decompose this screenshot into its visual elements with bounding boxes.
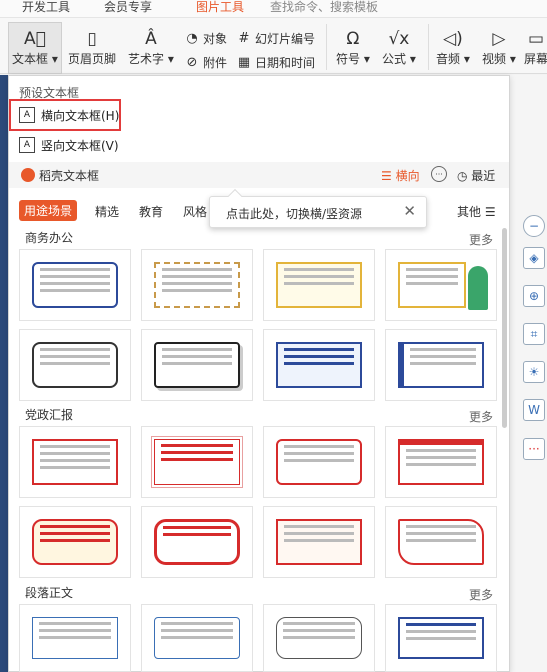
template-thumb[interactable] <box>385 506 497 578</box>
crop-icon[interactable]: ⌗ <box>523 323 545 345</box>
wordart-button[interactable]: Â 艺术字 ▾ <box>128 26 174 66</box>
template-thumb[interactable] <box>141 604 253 672</box>
category-style[interactable]: 风格 <box>183 203 207 220</box>
object-button[interactable]: ◔ 对象 <box>184 30 227 47</box>
wordart-icon: Â <box>145 29 157 49</box>
tab-member[interactable]: 会员专享 <box>104 0 152 14</box>
symbol-button[interactable]: Ω 符号 ▾ <box>336 26 370 66</box>
close-icon[interactable]: ✕ <box>403 202 416 220</box>
attachment-button[interactable]: ⊘ 附件 <box>184 54 227 71</box>
wordart-label: 艺术字 <box>128 52 165 66</box>
screen-icon: ▭ <box>527 29 545 49</box>
template-thumb[interactable] <box>141 249 253 321</box>
section-title-party-report: 党政汇报 <box>25 408 74 422</box>
video-icon: ▷ <box>492 29 506 49</box>
red-highlight-box <box>9 99 121 131</box>
sqrt-icon: √x <box>388 29 410 49</box>
vertical-textbox-label: 竖向文本框(V) <box>41 138 119 153</box>
audio-button[interactable]: ◁) 音频 ▾ <box>436 26 470 66</box>
speaker-icon: ◁) <box>443 29 463 49</box>
template-thumb[interactable] <box>19 426 131 498</box>
formula-button[interactable]: √x 公式 ▾ <box>382 26 416 66</box>
object-icon: ◔ <box>186 31 198 46</box>
attachment-label: 附件 <box>203 56 228 70</box>
direction-toggle[interactable]: ☰ 横向 <box>381 167 420 184</box>
more-icon[interactable]: ··· <box>523 438 545 460</box>
category-usage[interactable]: 用途场景 <box>19 200 78 221</box>
vertical-textbox-icon: A <box>19 137 35 153</box>
docer-logo-icon <box>21 168 35 182</box>
ribbon-divider <box>428 24 429 70</box>
textbox-label: 文本框 <box>12 52 49 66</box>
category-featured[interactable]: 精选 <box>95 203 119 220</box>
docer-textbox-label: 稻壳文本框 <box>39 169 100 183</box>
ribbon-divider <box>326 24 327 70</box>
zoom-icon[interactable]: ⊕ <box>523 285 545 307</box>
template-thumb[interactable] <box>385 604 497 672</box>
template-thumb[interactable] <box>385 249 497 321</box>
tooltip-text: 点击此处，切换横/竖资源 <box>226 207 363 221</box>
wps-icon[interactable]: W <box>523 399 545 421</box>
vertical-textbox-item[interactable]: A 竖向文本框(V) <box>13 132 123 158</box>
screen-button[interactable]: ▭ 屏幕 <box>522 26 547 66</box>
more-link-paragraph[interactable]: 更多 <box>469 586 493 603</box>
template-thumb[interactable] <box>263 249 375 321</box>
recent-button[interactable]: ◷ 最近 <box>457 167 495 184</box>
template-thumb[interactable] <box>263 506 375 578</box>
section-title-business: 商务办公 <box>25 231 74 245</box>
template-thumb[interactable] <box>141 329 253 401</box>
video-label: 视频 <box>482 52 507 66</box>
tooltip-arrow <box>227 188 243 204</box>
more-link-business[interactable]: 更多 <box>469 231 493 248</box>
panel-scrollbar[interactable] <box>502 228 507 428</box>
textbox-dropdown-panel: 预设文本框 A 横向文本框(H) A 竖向文本框(V) 稻壳文本框 ☰ 横向 ·… <box>8 75 510 672</box>
minus-icon[interactable]: − <box>523 215 545 237</box>
template-thumb[interactable] <box>141 426 253 498</box>
hash-icon: # <box>238 31 250 46</box>
calendar-icon: ▦ <box>237 55 251 70</box>
switch-direction-tooltip: 点击此处，切换横/竖资源 ✕ <box>209 188 427 228</box>
category-other[interactable]: 其他 ☰ <box>457 203 496 220</box>
header-footer-button[interactable]: ▯ 页眉页脚 <box>68 26 116 66</box>
page-icon: ▯ <box>87 29 97 49</box>
textbox-button[interactable]: A⃞ 文本框 ▾ <box>12 26 58 66</box>
video-button[interactable]: ▷ 视频 ▾ <box>482 26 516 66</box>
template-thumb[interactable] <box>141 506 253 578</box>
chat-icon[interactable]: ··· <box>431 166 447 182</box>
paperclip-icon: ⊘ <box>186 55 198 70</box>
tab-dev-tools[interactable]: 开发工具 <box>22 0 70 14</box>
category-education[interactable]: 教育 <box>139 203 163 220</box>
more-link-party-report[interactable]: 更多 <box>469 408 493 425</box>
template-thumb[interactable] <box>19 604 131 672</box>
person-illustration <box>468 266 488 310</box>
template-thumb[interactable] <box>263 604 375 672</box>
template-thumb[interactable] <box>385 426 497 498</box>
object-label: 对象 <box>203 32 228 46</box>
tab-picture-tools[interactable]: 图片工具 <box>196 0 244 14</box>
top-tab-bar: 开发工具 会员专享 图片工具 查找命令、搜索模板 <box>0 0 547 18</box>
template-thumb[interactable] <box>19 329 131 401</box>
layers-icon[interactable]: ◈ <box>523 247 545 269</box>
bulb-icon[interactable]: ☀ <box>523 361 545 383</box>
slide-number-button[interactable]: # 幻灯片编号 <box>236 30 315 47</box>
date-time-button[interactable]: ▦ 日期和时间 <box>236 54 315 71</box>
textbox-icon: A⃞ <box>24 29 46 49</box>
template-thumb[interactable] <box>385 329 497 401</box>
template-thumb[interactable] <box>263 329 375 401</box>
slide-number-label: 幻灯片编号 <box>255 32 316 46</box>
template-thumb[interactable] <box>19 249 131 321</box>
docer-brand-bar: 稻壳文本框 ☰ 横向 ··· ◷ 最近 <box>9 162 509 188</box>
template-thumb[interactable] <box>263 426 375 498</box>
date-time-label: 日期和时间 <box>255 56 316 70</box>
audio-label: 音频 <box>436 52 461 66</box>
search-commands[interactable]: 查找命令、搜索模板 <box>270 0 378 14</box>
formula-label: 公式 <box>382 52 407 66</box>
omega-icon: Ω <box>346 29 360 49</box>
screen-label: 屏幕 <box>523 52 547 66</box>
template-thumb[interactable] <box>19 506 131 578</box>
document-area <box>0 75 8 672</box>
symbol-label: 符号 <box>336 52 361 66</box>
header-footer-label: 页眉页脚 <box>68 52 117 66</box>
section-title-paragraph: 段落正文 <box>25 586 74 600</box>
